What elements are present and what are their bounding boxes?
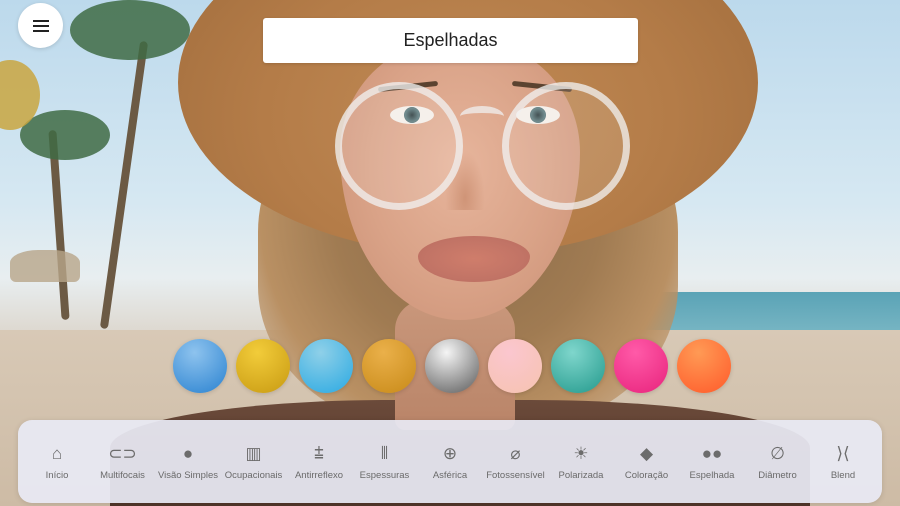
color-swatch-gold[interactable]	[236, 339, 290, 393]
color-swatch-blue[interactable]	[173, 339, 227, 393]
palm-frond	[70, 0, 190, 60]
toolbar-item-sun[interactable]: ☀ Polarizada	[550, 429, 612, 495]
left-lens	[335, 82, 463, 210]
palm-frond	[20, 110, 110, 160]
color-swatch-amber[interactable]	[362, 339, 416, 393]
toolbar-item-multifocal-lens[interactable]: ⊂⊃ Multifocais	[92, 429, 154, 495]
aspheric-grid-icon: ⊕	[442, 443, 458, 463]
toolbar-item-label: Espelhada	[689, 470, 735, 481]
toolbar-item-photosensitive[interactable]: ⌀ Fotossensível	[485, 429, 547, 495]
toolbar-item-label: Polarizada	[558, 470, 604, 481]
toolbar-item-circle[interactable]: ● Visão Simples	[157, 429, 219, 495]
mirror-color-swatches	[173, 339, 731, 393]
thickness-icon: ⦀	[380, 443, 389, 463]
occupational-icon: ▥	[245, 443, 262, 463]
color-swatch-pink[interactable]	[488, 339, 542, 393]
home-icon: ⌂	[51, 443, 63, 463]
glasses-overlay	[330, 78, 640, 213]
antireflex-icon: ⩲	[314, 443, 324, 463]
toolbar-item-label: Visão Simples	[157, 470, 219, 481]
toolbar-item-label: Ocupacionais	[224, 470, 283, 481]
multifocal-lens-icon: ⊂⊃	[108, 443, 137, 463]
toolbar-item-label: Diâmetro	[758, 470, 797, 481]
glasses-bridge	[460, 106, 504, 127]
toolbar-item-label: Espessuras	[359, 470, 410, 481]
right-lens	[502, 82, 630, 210]
toolbar-item-aspheric-grid[interactable]: ⊕ Asférica	[419, 429, 481, 495]
hamburger-menu-icon	[33, 20, 49, 22]
toolbar-item-label: Antirreflexo	[294, 470, 344, 481]
sunglasses-icon: ●●	[701, 443, 723, 463]
color-swatch-sky-blue[interactable]	[299, 339, 353, 393]
color-swatch-magenta[interactable]	[614, 339, 668, 393]
page-title: Espelhadas	[403, 30, 498, 50]
toolbar-item-label: Blend	[830, 470, 856, 481]
toolbar-item-label: Coloração	[624, 470, 669, 481]
sun-icon: ☀	[573, 443, 589, 463]
toolbar-item-label: Multifocais	[100, 470, 145, 481]
bottom-toolbar: ⌂ Início ⊂⊃ Multifocais ● Visão Simples ▥ Ocupa…	[18, 420, 882, 503]
toolbar-item-home[interactable]: ⌂ Início	[26, 429, 88, 495]
toolbar-item-label: Asférica	[432, 470, 468, 481]
toolbar-item-occupational[interactable]: ▥ Ocupacionais	[223, 429, 285, 495]
color-swatch-teal[interactable]	[551, 339, 605, 393]
toolbar-item-blend[interactable]: ⟩⟨ Blend	[812, 429, 874, 495]
toolbar-item-paint-bucket[interactable]: ◆ Coloração	[616, 429, 678, 495]
menu-button[interactable]	[18, 3, 63, 48]
toolbar-item-diameter[interactable]: ∅ Diâmetro	[747, 429, 809, 495]
color-swatch-silver[interactable]	[425, 339, 479, 393]
circle-icon: ●	[182, 443, 194, 463]
color-swatch-orange[interactable]	[677, 339, 731, 393]
diameter-icon: ∅	[770, 443, 785, 463]
photosensitive-icon: ⌀	[510, 443, 521, 463]
toolbar-item-antireflex[interactable]: ⩲ Antirreflexo	[288, 429, 350, 495]
paint-bucket-icon: ◆	[639, 443, 654, 463]
toolbar-item-sunglasses[interactable]: ●● Espelhada	[681, 429, 743, 495]
toolbar-item-label: Fotossensível	[486, 470, 545, 481]
toolbar-item-thickness[interactable]: ⦀ Espessuras	[354, 429, 416, 495]
palm-trunk	[99, 40, 149, 330]
lens-category-title: Espelhadas	[263, 18, 638, 63]
beach-hut	[10, 250, 80, 282]
toolbar-item-label: Início	[45, 470, 69, 481]
blend-icon: ⟩⟨	[836, 443, 850, 463]
